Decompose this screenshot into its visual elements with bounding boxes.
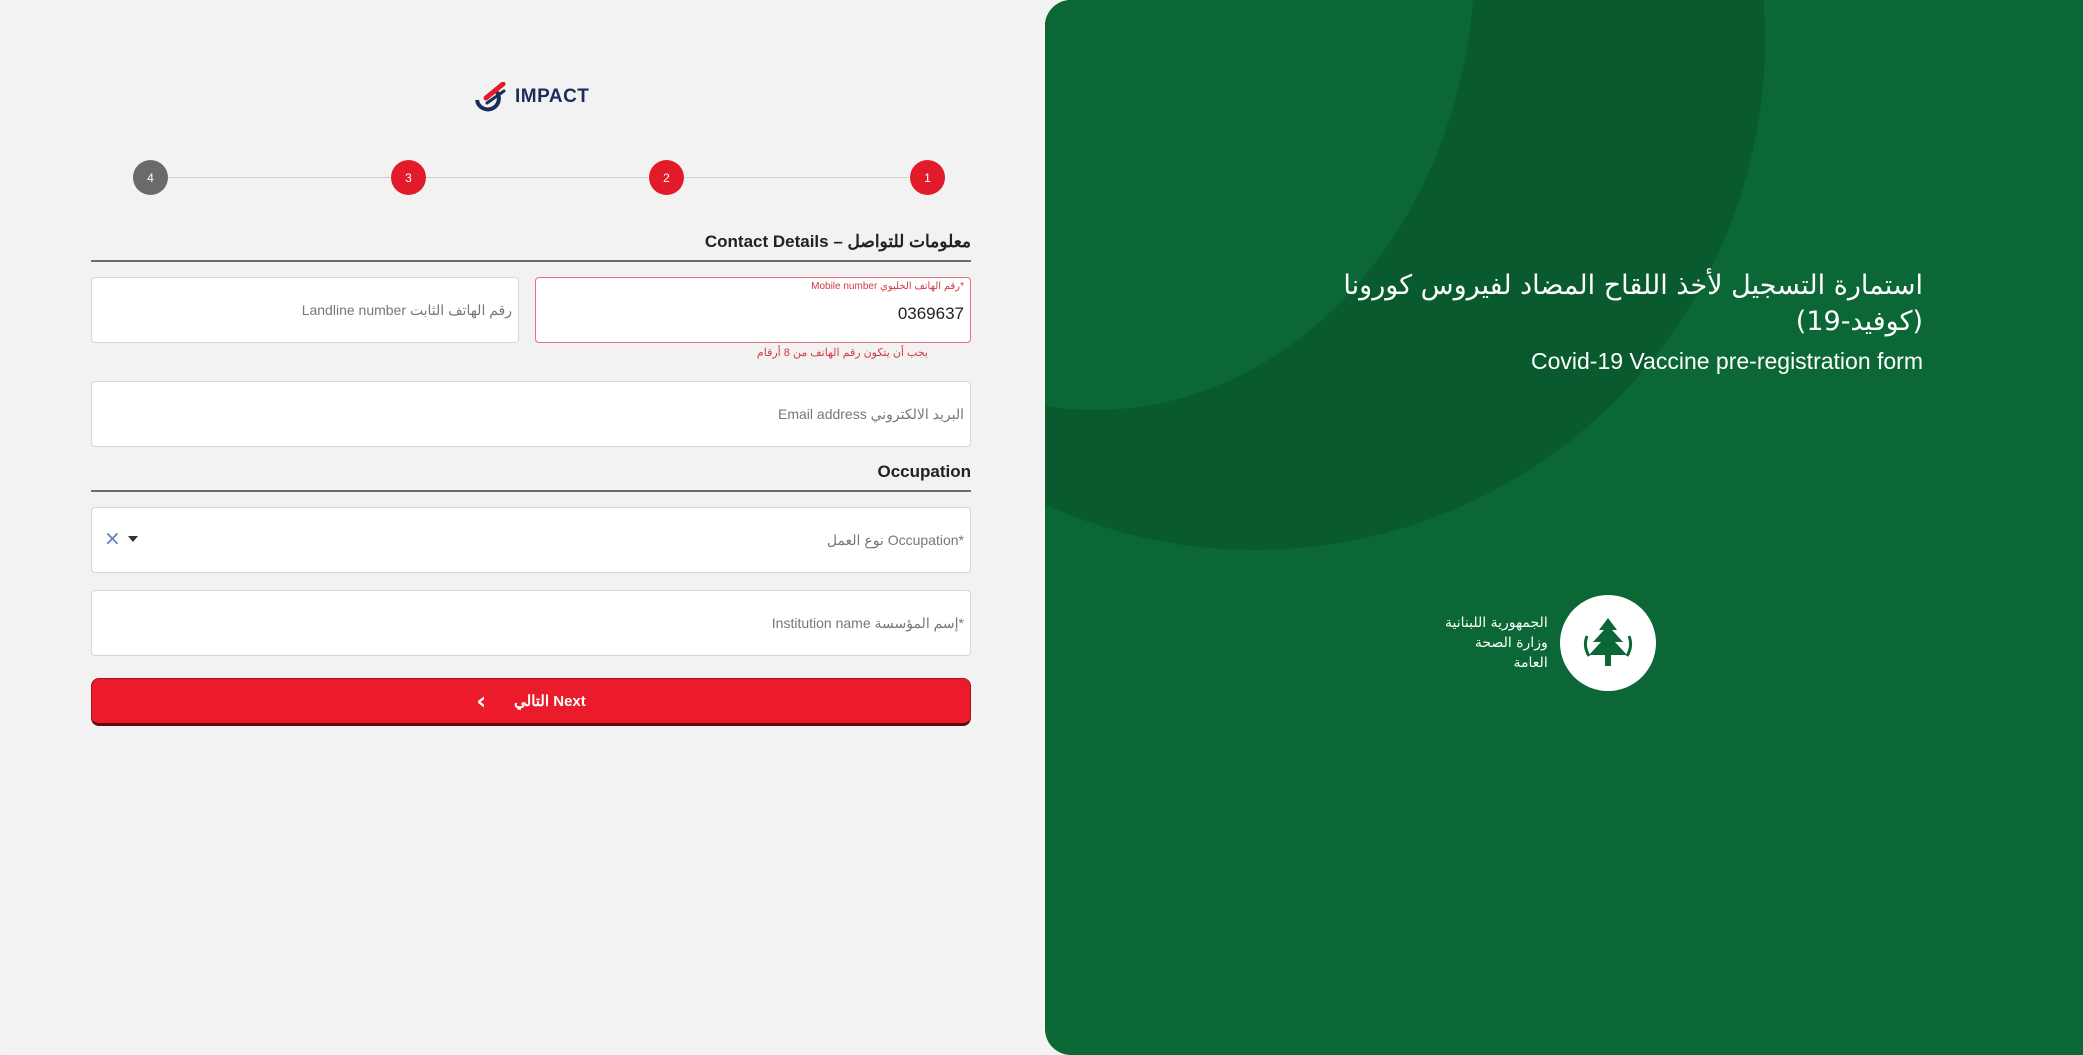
landline-number-placeholder: Landline number رقم الهاتف الثابت [301,302,512,318]
institution-name-placeholder: Institution name إسم المؤسسة* [771,615,964,631]
hero-title-english: Covid-19 Vaccine pre-registration form [1530,348,1923,374]
contact-details-heading: Contact Details – معلومات للتواصل [91,232,971,262]
step-connector [168,177,390,178]
occupation-select[interactable]: × نوع العمل Occupation* [91,507,971,573]
step-1[interactable]: 1 [910,160,945,195]
email-field[interactable]: Email address البريد الالكتروني [91,381,971,447]
step-connector [684,177,909,178]
dropdown-caret-icon[interactable] [128,536,138,542]
chevron-left-icon: ‹ [476,687,487,715]
mobile-number-field[interactable]: Mobile number رقم الهاتف الخليوي* 036963… [535,277,971,343]
next-button[interactable]: ‹ التالي Next [91,678,971,726]
ministry-name: الجمهورية اللبنانية وزارة الصحة العامة [1445,613,1548,673]
mobile-number-label: Mobile number رقم الهاتف الخليوي* [811,281,964,292]
occupation-placeholder: نوع العمل Occupation* [826,532,964,548]
impact-logo: IMPACT [473,80,589,114]
landline-number-field[interactable]: Landline number رقم الهاتف الثابت [91,277,519,343]
institution-name-field[interactable]: Institution name إسم المؤسسة* [91,590,971,656]
occupation-heading: Occupation [91,462,971,492]
ministry-line-1: الجمهورية اللبنانية [1445,615,1548,631]
email-placeholder: Email address البريد الالكتروني [778,406,964,422]
registration-form-pane: IMPACT 4 3 2 1 Contact Details – معلومات… [8,0,1040,1055]
ministry-line-3: العامة [1513,655,1548,671]
step-3[interactable]: 3 [391,160,426,195]
hero-pane: استمارة التسجيل لأخذ اللقاح المضاد لفيرو… [1045,0,2083,1055]
hero-title-arabic: استمارة التسجيل لأخذ اللقاح المضاد لفيرو… [1343,270,1923,337]
mobile-number-value: 0369637 [897,304,964,323]
form-stepper: 4 3 2 1 [133,160,945,196]
step-4[interactable]: 4 [133,160,168,195]
impact-logo-text: IMPACT [515,86,590,107]
impact-logo-icon [475,82,506,112]
ministry-line-2: وزارة الصحة [1474,635,1548,651]
step-2[interactable]: 2 [649,160,684,195]
step-connector [426,177,648,178]
ministry-of-health-brand: الجمهورية اللبنانية وزارة الصحة العامة [1445,595,1656,691]
next-button-label: التالي Next [514,693,586,710]
mobile-number-error: يجب أن يتكون رقم الهاتف من 8 أرقام [756,347,928,359]
cedar-logo-icon [1559,595,1656,691]
clear-icon[interactable]: × [104,528,121,548]
